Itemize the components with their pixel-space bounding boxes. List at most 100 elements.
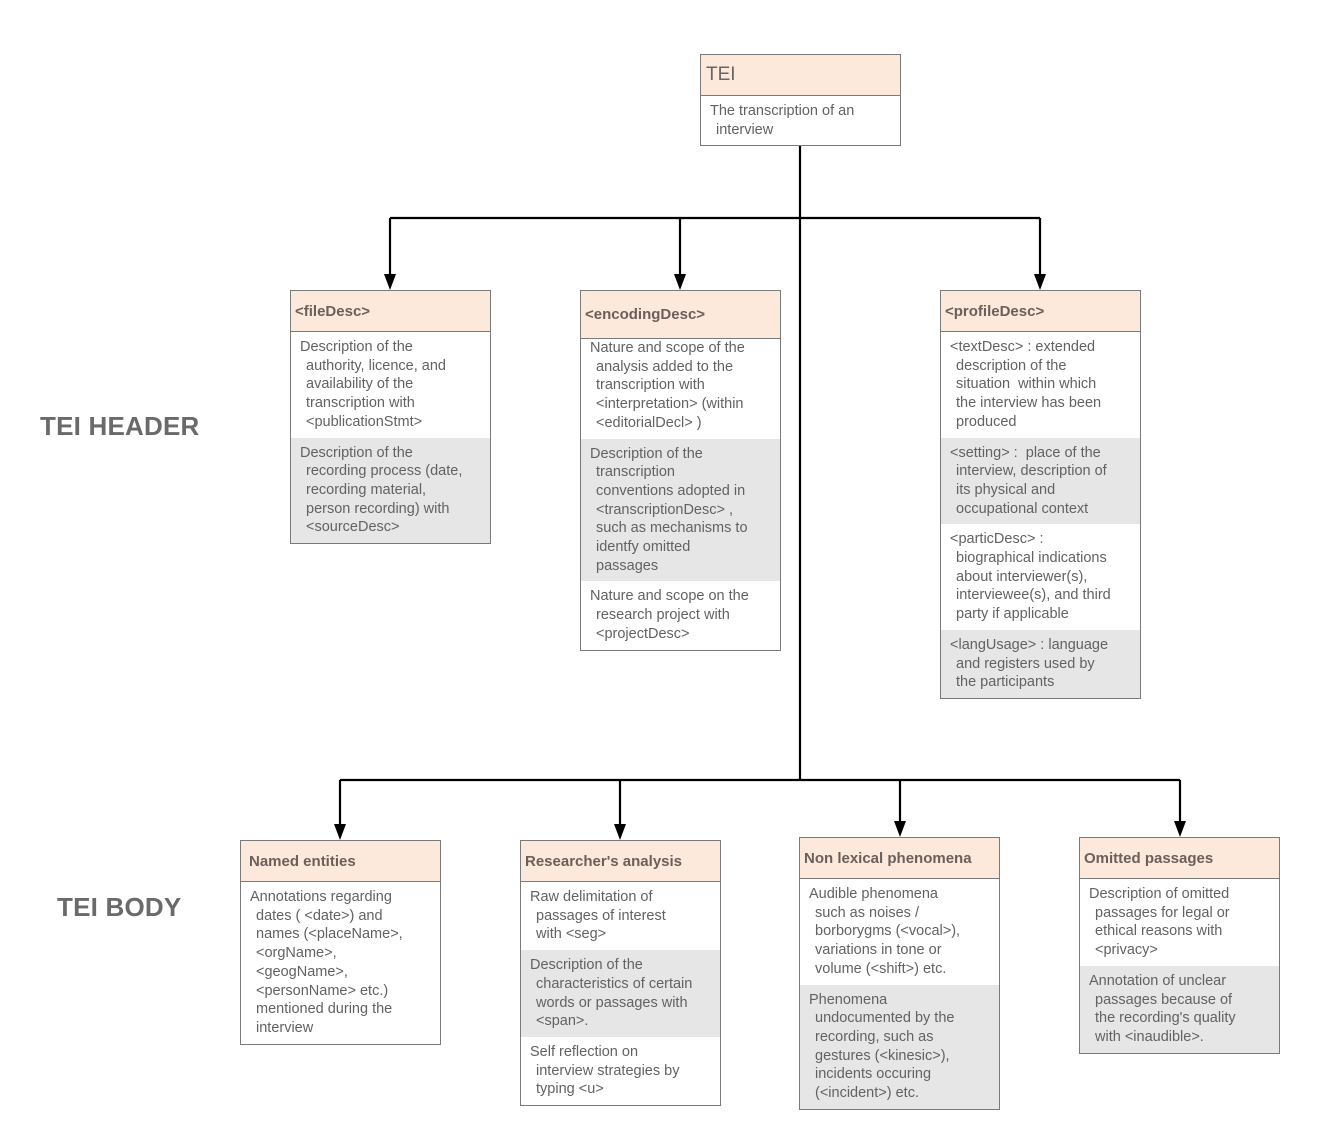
section-text-line: volume (<shift>) etc. (815, 960, 947, 977)
node-section: Nature and scope on the research project … (581, 581, 780, 649)
node-section: <particDesc> : biographical indications ab… (941, 524, 1140, 630)
named-entities-title: Named entities (241, 841, 440, 882)
node-section: Phenomena undocumented by the recording, s… (800, 984, 999, 1109)
section-text-line: ethical reasons with (1095, 923, 1223, 940)
node-section: Raw delimitation of passages of interest w… (521, 882, 720, 950)
omitted-passages-title: Omitted passages (1080, 838, 1279, 879)
encodingdesc-node[interactable]: <encodingDesc> Nature and scope of the an… (580, 290, 781, 651)
section-text-line: Phenomena (809, 991, 888, 1008)
section-text-line: interview, description of (956, 463, 1107, 480)
section-text-line: and registers used by (956, 655, 1095, 672)
arrowhead-filedesc (384, 274, 396, 290)
section-text-line: <langUsage> : language (950, 636, 1109, 653)
section-text-line: undocumented by the (815, 1010, 955, 1027)
named-entities-sections: Annotations regarding dates ( <date>) and… (241, 882, 440, 1044)
arrowhead-profiledesc (1034, 274, 1046, 290)
section-text-line: <sourceDesc> (306, 519, 400, 536)
section-text-line: recording, such as (815, 1028, 934, 1045)
section-text-line: biographical indications (956, 550, 1107, 567)
section-text-line: Description of the (530, 957, 643, 974)
named-entities-node[interactable]: Named entities Annotations regarding date… (240, 840, 441, 1045)
section-text-line: transcription with (596, 377, 705, 394)
section-text-line: <orgName>, (256, 945, 337, 962)
section-text-line: words or passages with (536, 994, 688, 1011)
non-lexical-phenomena-sections: Audible phenomena such as noises / borbory… (800, 879, 999, 1109)
arrowhead-encodingdesc (674, 274, 686, 290)
section-text-line: <editorialDecl> ) (596, 414, 702, 431)
filedesc-node[interactable]: <fileDesc> Description of the authority, … (290, 290, 491, 545)
section-text-line: research project with (596, 607, 730, 624)
arrowhead-named-entities (334, 824, 346, 840)
node-section: Description of the authority, licence, an… (291, 332, 490, 438)
section-text-line: <interpretation> (within (596, 396, 744, 413)
section-text-line: gestures (<kinesic>), (815, 1047, 950, 1064)
section-text-line: the interview has been (956, 395, 1102, 412)
section-text-line: Nature and scope on the (590, 588, 749, 605)
researchers-analysis-node[interactable]: Researcher's analysis Raw delimitation o… (520, 840, 721, 1107)
filedesc-title: <fileDesc> (291, 291, 490, 332)
section-text-line: its physical and (956, 481, 1056, 498)
arrowhead-omitted-passages (1174, 821, 1186, 837)
arrowhead-researchers-analysis (614, 824, 626, 840)
section-text-line: identfy omitted (596, 539, 691, 556)
encodingdesc-title: <encodingDesc> (581, 291, 780, 339)
section-text-line: transcription with (306, 395, 415, 412)
section-text-line: Description of the (590, 445, 703, 462)
node-section: <langUsage> : language and registers used… (941, 629, 1140, 698)
section-text-line: Description of omitted (1089, 886, 1230, 902)
section-text-line: Description of the (300, 339, 413, 355)
node-section: Annotation of unclear passages because of… (1080, 965, 1279, 1053)
node-section: Description of omitted passages for legal… (1080, 879, 1279, 966)
section-text-line: authority, licence, and (306, 357, 446, 374)
profiledesc-node[interactable]: <profileDesc> <textDesc> : extended descr… (940, 290, 1141, 699)
section-text-line: person recording) with (306, 500, 450, 517)
section-text-line: situation within which (956, 376, 1097, 393)
omitted-passages-sections: Description of omitted passages for legal… (1080, 879, 1279, 1053)
section-text-line: the recording's quality (1095, 1010, 1236, 1027)
section-text-line: interview (716, 121, 774, 138)
tei-header-label: TEI HEADER (40, 411, 200, 441)
section-text-line: (<incident>) etc. (815, 1085, 919, 1102)
researchers-analysis-title: Researcher's analysis (521, 841, 720, 882)
omitted-passages-node[interactable]: Omitted passages Description of omitted p… (1079, 837, 1280, 1054)
section-text-line: typing <u> (536, 1081, 604, 1098)
section-text-line: <projectDesc> (596, 625, 690, 642)
section-text-line: passages for legal or (1095, 904, 1230, 921)
non-lexical-phenomena-node[interactable]: Non lexical phenomena Audible phenomena s… (799, 837, 1000, 1110)
node-section: Annotations regarding dates ( <date>) and… (241, 882, 440, 1044)
section-text-line: about interviewer(s), (956, 568, 1088, 585)
section-text-line: names (<placeName>, (256, 926, 403, 943)
section-text-line: mentioned during the (256, 1001, 393, 1018)
section-text-line: passages of interest (536, 907, 666, 924)
section-text-line: <publicationStmt> (306, 413, 423, 430)
section-text-line: The transcription of an (710, 103, 855, 119)
section-text-line: produced (956, 413, 1017, 430)
section-text-line: variations in tone or (815, 942, 942, 959)
section-text-line: occupational context (956, 500, 1089, 517)
node-section: Self reflection on interview strategies b… (521, 1037, 720, 1105)
section-text-line: <particDesc> : (950, 531, 1044, 548)
section-text-line: conventions adopted in (596, 482, 746, 499)
section-text-line: such as mechanisms to (596, 520, 748, 537)
section-text-line: party if applicable (956, 606, 1069, 623)
section-text-line: <personName> etc.) (256, 982, 389, 999)
section-text-line: borborygms (<vocal>), (815, 923, 961, 940)
section-text-line: analysis added to the (596, 358, 734, 375)
section-text-line: with <inaudible>. (1095, 1028, 1204, 1045)
tei-root-node[interactable]: TEI The transcription of an interview (700, 54, 901, 147)
tei-body-label: TEI BODY (57, 892, 182, 922)
profiledesc-title: <profileDesc> (941, 291, 1140, 332)
node-section: Description of the recording process (dat… (291, 437, 490, 544)
section-text-line: the participants (956, 674, 1055, 691)
section-text-line: Self reflection on (530, 1043, 639, 1060)
node-section: Audible phenomena such as noises / borbory… (800, 879, 999, 985)
encodingdesc-sections: Nature and scope of the analysis added to… (581, 339, 780, 650)
section-text-line: passages (596, 557, 659, 574)
section-text-line: interview strategies by (536, 1062, 680, 1079)
node-section: <textDesc> : extended description of the s… (941, 332, 1140, 438)
node-section: Nature and scope of the analysis added to… (581, 339, 780, 439)
section-text-line: with <seg> (536, 926, 607, 943)
node-section: Description of the characteristics of cer… (521, 950, 720, 1037)
filedesc-sections: Description of the authority, licence, an… (291, 332, 490, 544)
section-text-line: availability of the (306, 376, 414, 393)
